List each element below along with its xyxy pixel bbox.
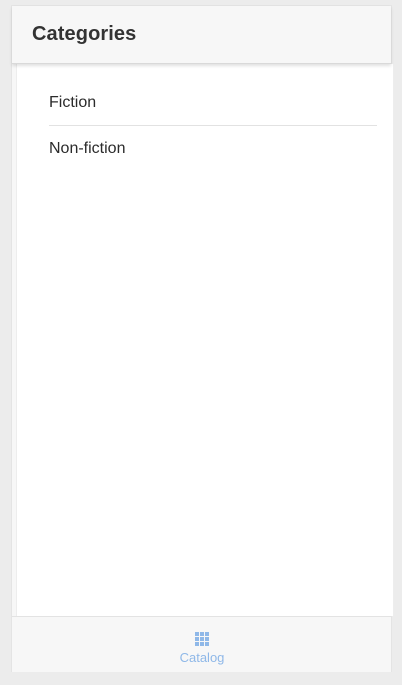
bottom-tab-bar: Catalog (12, 616, 391, 672)
category-item-non-fiction[interactable]: Non-fiction (49, 125, 377, 171)
page-title: Categories (32, 23, 137, 45)
category-item-fiction[interactable]: Fiction (49, 80, 377, 125)
tab-catalog[interactable]: Catalog (162, 623, 242, 669)
app-window: Categories Fiction Non-fiction Catalog (11, 5, 394, 672)
top-app-bar: Categories (12, 6, 391, 64)
grid-icon (195, 632, 209, 646)
category-list-container: Fiction Non-fiction (16, 64, 394, 616)
category-list: Fiction Non-fiction (49, 80, 377, 171)
tab-catalog-label: Catalog (179, 650, 225, 665)
